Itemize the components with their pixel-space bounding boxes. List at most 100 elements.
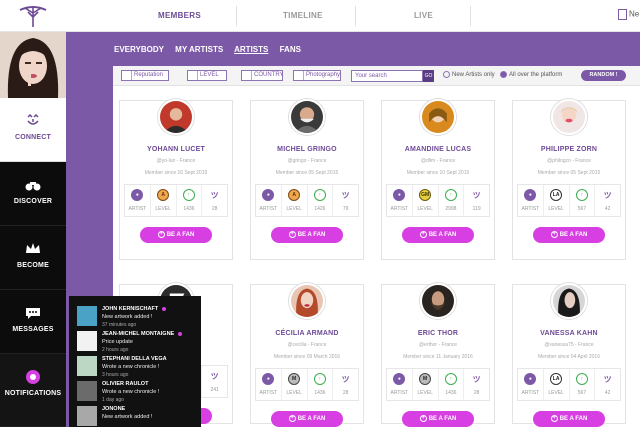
random-button[interactable]: RANDOM ! bbox=[581, 70, 626, 81]
search-go-button[interactable]: GO bbox=[423, 70, 434, 82]
be-a-fan-button[interactable]: +BE A FAN bbox=[140, 227, 212, 243]
tab-timeline[interactable]: TIMELINE bbox=[283, 11, 323, 20]
stat-votes: ↑ 1436 bbox=[308, 369, 334, 400]
sidebar-item-connect[interactable]: CONNECT bbox=[0, 98, 66, 162]
stat-label: ARTIST bbox=[259, 206, 278, 212]
be-a-fan-button[interactable]: +BE A FAN bbox=[533, 411, 605, 427]
notification-bell-icon bbox=[26, 370, 40, 384]
artist-stats: ● ARTIST M LEVEL ↑ 1436 ツ 28 bbox=[386, 368, 490, 401]
notification-sender: JONONE bbox=[102, 406, 126, 412]
sidebar-item-notifications[interactable]: NOTIFICATIONS bbox=[0, 354, 66, 427]
subnav-fans[interactable]: FANS bbox=[280, 45, 301, 54]
fans-face-icon: ツ bbox=[341, 374, 350, 384]
notification-item[interactable]: JONONE New artwork added ! bbox=[77, 404, 197, 427]
sender-name: JOHN KERNISCHAFT bbox=[102, 306, 159, 312]
subnav-my-artists[interactable]: MY ARTISTS bbox=[175, 45, 223, 54]
notification-item[interactable]: STEPHANI DELLA VEGA Wrote a new chronicl… bbox=[77, 354, 197, 380]
stat-value: 567 bbox=[577, 206, 587, 212]
user-portrait-icon bbox=[0, 32, 66, 98]
stat-value: 28 bbox=[211, 206, 218, 212]
stat-label: LEVEL bbox=[548, 390, 564, 396]
notification-item[interactable]: JOHN KERNISCHAFT New artwork added ! 37 … bbox=[77, 304, 197, 330]
artist-card[interactable]: CÉCILIA ARMAND @cecilia - France Member … bbox=[250, 283, 364, 427]
be-a-fan-button[interactable]: +BE A FAN bbox=[402, 227, 474, 243]
notification-sender: STEPHANI DELLA VEGA bbox=[102, 356, 167, 362]
sidebar-item-discover[interactable]: DISCOVER bbox=[0, 162, 66, 226]
level-badge: LA bbox=[550, 373, 563, 385]
stat-value: 1436 bbox=[314, 390, 326, 396]
news-link[interactable]: Ne bbox=[618, 9, 639, 20]
artist-card[interactable]: YOHANN LUCET @yo-lun - France Member sin… bbox=[119, 99, 233, 260]
notification-item[interactable]: OLIVIER RAULOT Wrote a new chronicle ! 1… bbox=[77, 379, 197, 405]
up-arrow-icon: ↑ bbox=[313, 373, 326, 385]
artist-photo-icon bbox=[420, 99, 456, 135]
stat-value: 2998 bbox=[445, 206, 457, 212]
artist-stats: ● ARTIST A LEVEL ↑ 1426 ツ 79 bbox=[255, 184, 359, 217]
user-avatar[interactable] bbox=[0, 32, 66, 98]
palette-icon: ● bbox=[262, 189, 275, 201]
sidebar-item-become[interactable]: BECOME bbox=[0, 226, 66, 290]
tab-members[interactable]: MEMBERS bbox=[158, 11, 201, 20]
fan-label: BE A FAN bbox=[428, 232, 457, 238]
artist-card[interactable]: VANESSA KAHN @vanessa75 - France Member … bbox=[512, 283, 626, 427]
subnav-everybody[interactable]: EVERYBODY bbox=[114, 45, 164, 54]
notification-sender: JOHN KERNISCHAFT bbox=[102, 306, 167, 312]
be-a-fan-button[interactable]: +BE A FAN bbox=[533, 227, 605, 243]
filter-subnav: EVERYBODY MY ARTISTS ARTISTS FANS bbox=[114, 45, 310, 54]
news-icon bbox=[618, 9, 627, 20]
palette-icon: ● bbox=[393, 189, 406, 201]
artist-name: AMANDINE LUCAS bbox=[404, 146, 472, 153]
notification-sender: JEAN-MICHEL MONTAIGNE bbox=[102, 331, 183, 337]
stat-fans: ツ 119 bbox=[464, 185, 489, 216]
level-badge: A bbox=[288, 189, 301, 201]
level-badge: LA bbox=[550, 189, 563, 201]
member-since: Member since 09 March 2016 bbox=[273, 354, 341, 360]
stat-label: LEVEL bbox=[417, 206, 433, 212]
subnav-artists[interactable]: ARTISTS bbox=[234, 45, 268, 54]
be-a-fan-button[interactable]: +BE A FAN bbox=[271, 227, 343, 243]
search-input[interactable]: Your search bbox=[351, 70, 423, 82]
radio-circle-icon bbox=[443, 71, 450, 78]
stat-votes: ↑ 1436 bbox=[439, 369, 465, 400]
level-select[interactable]: LEVEL bbox=[187, 70, 227, 81]
artist-card[interactable]: MICHEL GRINGO @gringo - France Member si… bbox=[250, 99, 364, 260]
sidebar: CONNECT DISCOVER BECOME MESSAGES NOTIFIC… bbox=[0, 32, 66, 427]
artist-handle: @cecilia - France bbox=[287, 342, 327, 348]
stat-votes: ↑ 567 bbox=[570, 185, 596, 216]
artist-photo-icon bbox=[289, 99, 325, 135]
radio-all-platform[interactable]: All over the platform bbox=[500, 71, 562, 78]
artist-card[interactable]: PHILIPPE ZORN @philogzo - France Member … bbox=[512, 99, 626, 260]
artist-photo-icon bbox=[551, 283, 587, 319]
stat-label: ARTIST bbox=[521, 390, 540, 396]
fans-face-icon: ツ bbox=[472, 190, 481, 200]
be-a-fan-button[interactable]: +BE A FAN bbox=[271, 411, 343, 427]
reputation-select[interactable]: Reputation bbox=[121, 70, 169, 81]
palette-icon: ● bbox=[262, 373, 275, 385]
stat-level: A LEVEL bbox=[282, 185, 308, 216]
stat-votes: ↑ 1436 bbox=[177, 185, 203, 216]
stat-votes: ↑ 1426 bbox=[308, 185, 334, 216]
tree-logo-icon[interactable] bbox=[16, 3, 50, 29]
category-select[interactable]: Photography bbox=[293, 70, 341, 81]
member-since: Member since 16 Sept 2015 bbox=[144, 170, 208, 176]
level-badge: GM bbox=[419, 189, 432, 201]
sidebar-item-messages[interactable]: MESSAGES bbox=[0, 290, 66, 354]
artist-card[interactable]: ERIC THOR @erthor - France Member since … bbox=[381, 283, 495, 427]
palette-icon: ● bbox=[524, 373, 537, 385]
tab-live[interactable]: LIVE bbox=[414, 11, 433, 20]
artist-card[interactable]: AMANDINE LUCAS @dlim - France Member sin… bbox=[381, 99, 495, 260]
filter-bar: Reputation LEVEL COUNTRY Photography You… bbox=[113, 66, 640, 86]
level-badge: M bbox=[419, 373, 432, 385]
country-select[interactable]: COUNTRY bbox=[241, 70, 284, 81]
radio-new-artists[interactable]: New Artists only bbox=[443, 71, 495, 78]
nav-divider bbox=[355, 6, 356, 26]
artist-photo-icon bbox=[158, 99, 194, 135]
artist-name: YOHANN LUCET bbox=[146, 146, 205, 153]
notification-thumbnail bbox=[77, 356, 97, 376]
be-a-fan-button[interactable]: +BE A FAN bbox=[402, 411, 474, 427]
notification-message: Wrote a new chronicle ! bbox=[102, 389, 160, 395]
unread-dot-icon bbox=[162, 306, 167, 311]
notification-item[interactable]: JEAN-MICHEL MONTAIGNE Price update 2 hou… bbox=[77, 329, 197, 355]
stat-fans: ツ 42 bbox=[595, 185, 620, 216]
stat-fans: ツ 28 bbox=[202, 185, 227, 216]
